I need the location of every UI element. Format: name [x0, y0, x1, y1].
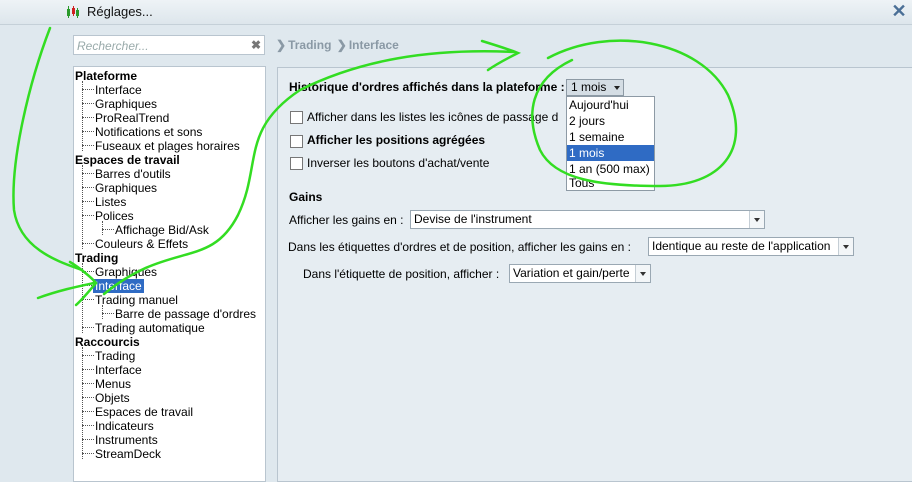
window-title: Réglages... [87, 4, 153, 19]
tree-item-trading-manuel[interactable]: Trading manuel [95, 293, 178, 307]
gains-select-value: Devise de l'instrument [414, 212, 532, 226]
tree-item-fuseaux[interactable]: Fuseaux et plages horaires [95, 139, 240, 153]
search-input[interactable] [77, 38, 247, 53]
historique-dropdown-list: Aujourd'hui 2 jours 1 semaine 1 mois 1 a… [566, 96, 655, 191]
tree-item-trading-interface[interactable]: Interface [93, 279, 144, 293]
gains-heading: Gains [289, 190, 323, 204]
tree-item-espaces-graphiques[interactable]: Graphiques [95, 181, 157, 195]
tree-item-streamdeck[interactable]: StreamDeck [95, 447, 161, 461]
etiquettes-label: Dans les étiquettes d'ordres et de posit… [288, 240, 631, 254]
historique-label: Historique d'ordres affichés dans la pla… [289, 80, 565, 94]
tree-item-trading-automatique[interactable]: Trading automatique [95, 321, 205, 335]
option-tous[interactable]: Tous [567, 175, 654, 191]
tree-item-barres-outils[interactable]: Barres d'outils [95, 167, 171, 181]
positions-agregees-checkbox[interactable] [290, 135, 303, 148]
breadcrumb-separator: ❯ [276, 38, 287, 52]
close-icon[interactable]: ✕ [889, 1, 909, 21]
etiquette-position-select-value: Variation et gain/perte [513, 266, 630, 280]
tree-item-prorealtrend[interactable]: ProRealTrend [95, 111, 169, 125]
inverser-checkbox[interactable] [290, 157, 303, 170]
etiquettes-select-value: Identique au reste de l'application [652, 239, 831, 253]
tree-category-plateforme[interactable]: Plateforme [75, 69, 137, 83]
title-bar: Réglages... ✕ [0, 0, 912, 25]
tree-item-espaces-travail[interactable]: Espaces de travail [95, 405, 193, 419]
annotation-stroke-left [12, 26, 84, 272]
icones-checkbox[interactable] [290, 111, 303, 124]
breadcrumb-separator: ❯ [336, 38, 347, 52]
etiquette-position-label: Dans l'étiquette de position, afficher : [303, 267, 500, 281]
tree-item-indicateurs[interactable]: Indicateurs [95, 419, 154, 433]
tree-item-instruments[interactable]: Instruments [95, 433, 158, 447]
gains-label: Afficher les gains en : [289, 213, 404, 227]
tree-item-couleurs-effets[interactable]: Couleurs & Effets [95, 237, 188, 251]
annotation-arrow-top [480, 39, 522, 72]
tree-item-barre-passage-ordres[interactable]: Barre de passage d'ordres [115, 307, 256, 321]
chart-candles-icon [67, 6, 79, 18]
positions-agregees-label: Afficher les positions agrégées [307, 133, 486, 147]
option-2-jours[interactable]: 2 jours [567, 113, 654, 129]
chevron-down-icon[interactable] [635, 265, 650, 282]
tree-item-plateforme-interface[interactable]: Interface [95, 83, 142, 97]
inverser-checkbox-label: Inverser les boutons d'achat/vente [307, 156, 490, 170]
tree-item-notifications[interactable]: Notifications et sons [95, 125, 202, 139]
breadcrumb-item-interface[interactable]: Interface [349, 38, 399, 52]
option-1-mois[interactable]: 1 mois [567, 145, 654, 161]
tree-item-trading-graphiques[interactable]: Graphiques [95, 265, 157, 279]
tree-category-raccourcis[interactable]: Raccourcis [75, 335, 140, 349]
chevron-down-icon[interactable] [838, 238, 853, 255]
gains-select[interactable]: Devise de l'instrument [410, 210, 765, 229]
tree-item-plateforme-graphiques[interactable]: Graphiques [95, 97, 157, 111]
breadcrumb-item-trading[interactable]: Trading [288, 38, 331, 52]
tree-item-raccourcis-interface[interactable]: Interface [95, 363, 142, 377]
tree-item-affichage-bid-ask[interactable]: Affichage Bid/Ask [115, 223, 209, 237]
tree-category-trading[interactable]: Trading [75, 251, 118, 265]
settings-tree: Plateforme Interface Graphiques ProRealT… [73, 66, 266, 482]
chevron-down-icon[interactable] [749, 211, 764, 228]
tree-item-listes[interactable]: Listes [95, 195, 126, 209]
etiquette-position-select[interactable]: Variation et gain/perte [509, 264, 651, 283]
historique-select[interactable]: 1 mois [566, 79, 624, 96]
etiquettes-select[interactable]: Identique au reste de l'application [648, 237, 854, 256]
clear-search-icon[interactable]: ✖ [251, 38, 261, 52]
search-box[interactable]: ✖ [73, 35, 265, 55]
tree-item-menus[interactable]: Menus [95, 377, 131, 391]
tree-item-objets[interactable]: Objets [95, 391, 130, 405]
breadcrumb: ❯ Trading ❯ Interface [276, 38, 401, 52]
option-aujourdhui[interactable]: Aujourd'hui [567, 97, 654, 113]
tree-item-raccourcis-trading[interactable]: Trading [95, 349, 135, 363]
tree-item-polices[interactable]: Polices [95, 209, 134, 223]
option-1-semaine[interactable]: 1 semaine [567, 129, 654, 145]
tree-category-espaces[interactable]: Espaces de travail [75, 153, 180, 167]
icones-checkbox-label: Afficher dans les listes les icônes de p… [307, 110, 559, 124]
